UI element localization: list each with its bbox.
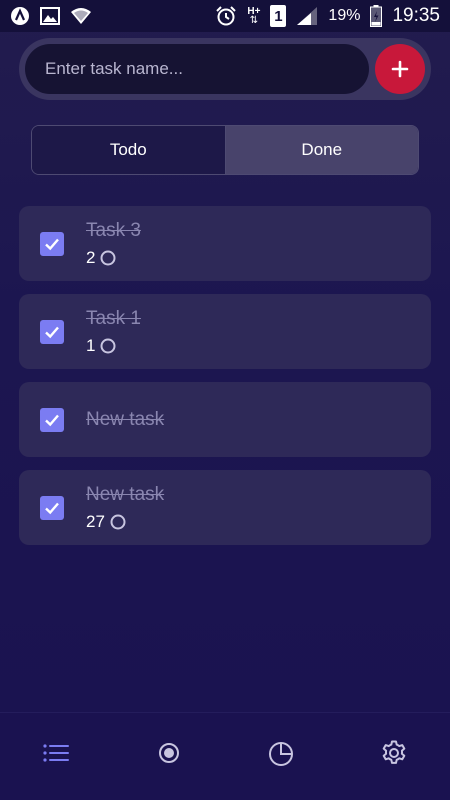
plus-icon [391,60,409,78]
wifi-icon [70,7,92,25]
alarm-icon [215,5,237,27]
task-item[interactable]: Task 1 1 [19,294,431,369]
new-task-bar [19,38,431,100]
task-title: Task 1 [86,307,141,329]
app-screen: H+ ⇅ 1 19% 19:35 Enter task name... Todo… [0,0,450,800]
cell-signal-icon [296,6,318,26]
nav-chart[interactable] [251,723,311,783]
status-bar: H+ ⇅ 1 19% 19:35 [0,0,450,32]
add-task-button[interactable] [375,44,425,94]
app-launcher-icon [10,6,30,26]
nav-stats[interactable] [139,723,199,783]
task-list: Task 3 2 Task 1 1 New task New task 27 [19,206,431,558]
task-body: New task 27 [86,484,164,532]
check-icon [45,326,59,338]
task-checkbox[interactable] [40,407,64,432]
task-body: Task 1 1 [86,308,141,356]
task-item[interactable]: Task 3 2 [19,206,431,281]
task-title: New task [86,408,165,430]
list-icon [43,743,70,762]
task-name-input[interactable] [25,44,369,94]
status-bar-left [10,6,92,26]
tab-done[interactable]: Done [225,126,418,174]
filter-tabs: Todo Done [31,125,419,175]
task-meta: 2 [86,248,141,268]
status-bar-right: H+ ⇅ 1 19% 19:35 [215,5,440,27]
hplus-signal-icon: H+ ⇅ [247,7,260,26]
check-icon [45,502,59,514]
tab-todo[interactable]: Todo [32,126,226,174]
battery-icon [370,5,383,27]
task-title: New task [86,483,165,505]
task-item[interactable]: New task [19,382,431,457]
battery-percent: 19% [328,7,361,24]
pie-chart-icon [269,741,294,766]
task-checkbox[interactable] [40,495,64,520]
data-arrows-icon: ⇅ [249,15,259,26]
half-moon-icon [158,742,179,763]
circle-icon [100,250,116,265]
gear-icon [382,740,406,764]
circle-icon [100,338,116,353]
task-meta: 27 [86,512,164,532]
circle-icon [110,514,126,529]
task-checkbox[interactable] [40,319,64,344]
task-meta: 1 [86,336,141,356]
task-body: New task [86,409,164,431]
clock: 19:35 [392,5,440,26]
nav-settings[interactable] [364,723,424,783]
task-count: 27 [86,511,105,531]
tab-todo-label: Todo [109,140,147,159]
check-icon [45,414,59,426]
check-icon [45,238,59,250]
bottom-nav [0,712,450,800]
task-body: Task 3 2 [86,220,141,268]
task-item[interactable]: New task 27 [19,470,431,545]
tab-done-label: Done [301,140,343,159]
task-count: 1 [86,335,96,355]
task-checkbox[interactable] [40,231,64,256]
sim-1-icon: 1 [270,5,287,27]
nav-list[interactable] [26,723,86,783]
sim-label: 1 [274,7,283,25]
task-count: 2 [86,247,96,267]
image-icon [40,7,60,25]
task-title: Task 3 [86,219,141,241]
